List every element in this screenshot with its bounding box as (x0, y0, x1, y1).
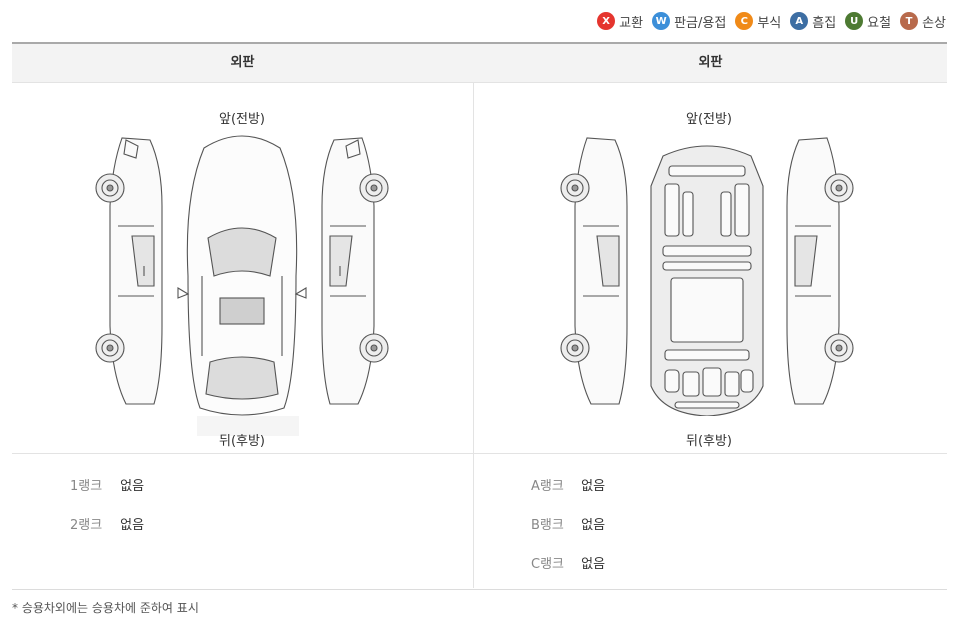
legend-item-scratch: A 흠집 (790, 12, 836, 31)
right-rear-label: 뒤(후방) (685, 434, 733, 449)
right-panel-header: 외판 (698, 55, 723, 70)
exterior-car-diagram (95, 135, 389, 416)
legend-item-corrosion: C 부식 (735, 12, 781, 31)
left-rear-label: 뒤(후방) (218, 434, 266, 449)
rank-value: 없음 (581, 479, 606, 494)
dent-u-icon: U (845, 12, 864, 30)
rank-label: A랭크 (531, 479, 564, 494)
damage-legend: X 교환 W 판금/용접 C 부식 A 흠집 U 요철 T 손상 (588, 10, 946, 32)
rank-row-1: 1랭크 없음 (70, 475, 144, 494)
corrosion-c-icon: C (735, 12, 754, 30)
row-divider (12, 453, 947, 454)
left-panel-header: 외판 (230, 55, 255, 70)
rank-row-b: B랭크 없음 (531, 514, 605, 533)
rank-row-c: C랭크 없음 (531, 553, 605, 572)
legend-item-replace: X 교환 (597, 12, 643, 31)
rank-row-a: A랭크 없음 (531, 475, 605, 494)
panel-header-row: 외판 외판 (12, 44, 947, 83)
legend-item-damage: T 손상 (900, 12, 946, 31)
legend-label: 교환 (619, 15, 644, 31)
legend-item-sheet-metal: W 판금/용접 (652, 12, 726, 31)
left-front-label: 앞(전방) (218, 112, 266, 127)
sheet-metal-w-icon: W (652, 12, 671, 30)
rank-label: C랭크 (531, 557, 564, 572)
legend-label: 판금/용접 (674, 15, 727, 31)
legend-label: 흠집 (812, 15, 837, 31)
legend-label: 손상 (922, 15, 946, 31)
rank-label: 1랭크 (70, 479, 103, 494)
rank-value: 없음 (120, 518, 145, 533)
damage-t-icon: T (900, 12, 919, 30)
rank-value: 없음 (581, 518, 606, 533)
legend-label: 부식 (757, 15, 782, 31)
column-divider (473, 83, 474, 588)
inspection-panel: 외판 외판 앞(전방) 뒤(후방) 앞(전방) 뒤(후방) 1랭크 없음 2랭크… (12, 42, 947, 590)
legend-label: 요철 (867, 15, 892, 31)
scratch-a-icon: A (790, 12, 809, 30)
rank-label: B랭크 (531, 518, 564, 533)
rank-row-2: 2랭크 없음 (70, 514, 144, 533)
right-front-label: 앞(전방) (685, 112, 733, 127)
replace-x-icon: X (597, 12, 616, 30)
footnote: * 승용차외에는 승용차에 준하여 표시 (12, 601, 199, 615)
rank-value: 없음 (120, 479, 145, 494)
rank-value: 없음 (581, 557, 606, 572)
legend-item-dent: U 요철 (845, 12, 891, 31)
rank-label: 2랭크 (70, 518, 103, 533)
frame-car-diagram (560, 137, 854, 416)
